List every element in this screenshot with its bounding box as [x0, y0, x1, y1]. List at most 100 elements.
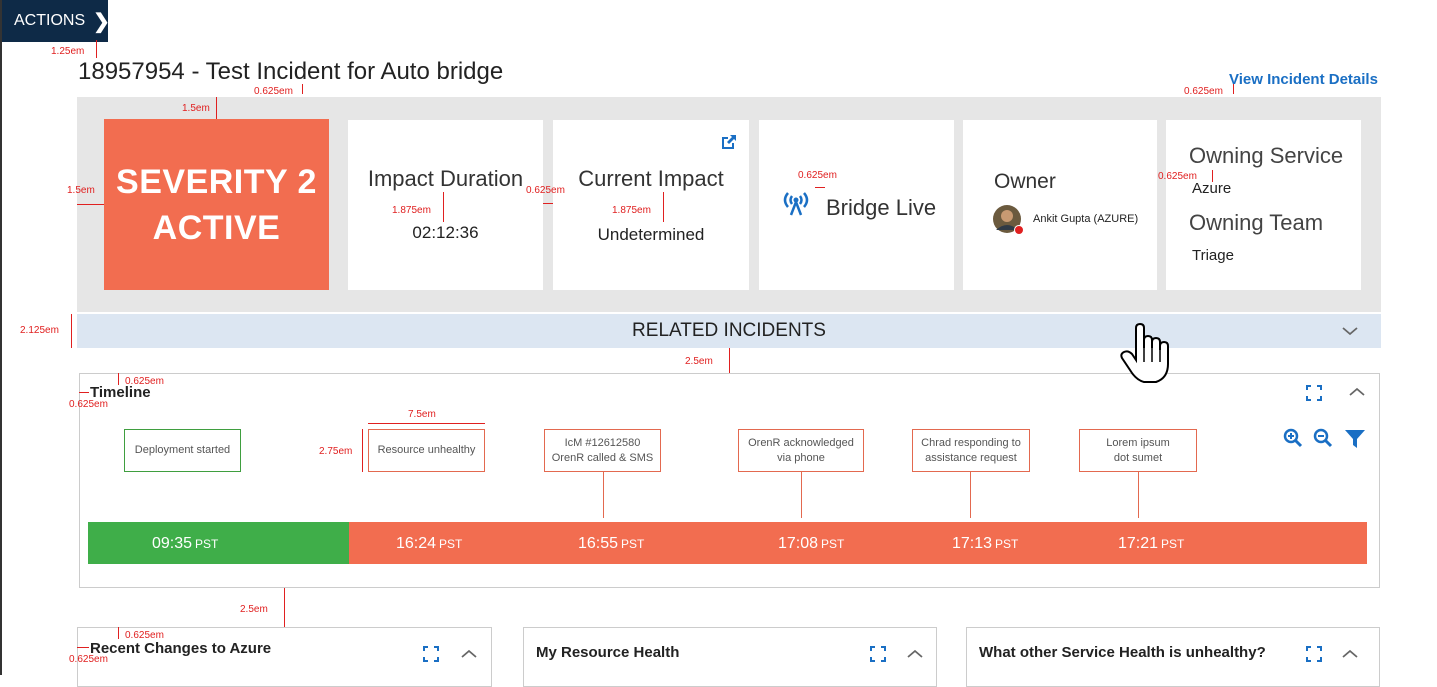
spacing-annotation: 1.5em	[182, 103, 210, 114]
spacing-marker	[71, 314, 72, 348]
spacing-marker	[368, 423, 485, 424]
spacing-marker	[729, 348, 730, 373]
event-connector	[1138, 472, 1139, 518]
spacing-annotation: 0.625em	[69, 399, 108, 410]
related-incidents-bar[interactable]: RELATED INCIDENTS	[77, 314, 1381, 348]
spacing-marker	[1212, 170, 1213, 182]
time-label-2: 16:24 PST	[396, 535, 463, 552]
timeline-event-2[interactable]: Resource unhealthy	[368, 429, 485, 472]
avatar[interactable]	[993, 205, 1024, 235]
timeline-event-6[interactable]: Lorem ipsum dot sumet	[1079, 429, 1197, 472]
time-label-3: 16:55 PST	[578, 535, 645, 552]
chevron-down-icon[interactable]	[1341, 325, 1359, 337]
impact-duration-value: 02:12:36	[412, 223, 479, 242]
owning-team-title: Owning Team	[1189, 210, 1324, 235]
spacing-annotation: 0.625em	[125, 630, 164, 641]
current-impact-card: Current Impact Undetermined	[553, 120, 749, 290]
owner-card: Owner Ankit Gupta (AZURE)	[963, 120, 1157, 290]
spacing-annotation: 7.5em	[408, 409, 436, 420]
spacing-marker	[302, 84, 303, 94]
spacing-annotation: 2.75em	[319, 446, 353, 457]
spacing-marker	[1233, 84, 1234, 94]
chevron-up-icon[interactable]	[1348, 386, 1366, 398]
expand-icon[interactable]	[869, 645, 887, 663]
chevron-up-icon[interactable]	[1341, 648, 1359, 660]
spacing-marker	[77, 204, 104, 205]
spacing-marker	[77, 647, 89, 648]
spacing-annotation: 0.625em	[1158, 171, 1197, 182]
spacing-marker	[815, 187, 825, 188]
spacing-annotation: 2.125em	[20, 325, 59, 336]
spacing-annotation: 2.5em	[685, 356, 713, 367]
spacing-annotation: 1.25em	[51, 46, 85, 57]
status-dot-icon	[1014, 225, 1024, 235]
timeline-event-1[interactable]: Deployment started	[124, 429, 241, 472]
page-title: 18957954 - Test Incident for Auto bridge	[78, 58, 504, 85]
spacing-marker	[118, 627, 119, 639]
actions-button[interactable]: ACTIONS ❯	[2, 0, 110, 42]
owner-name[interactable]: Ankit Gupta (AZURE)	[1033, 213, 1138, 225]
spacing-annotation: 0.625em	[798, 170, 837, 181]
actions-label: ACTIONS	[14, 12, 86, 29]
chevron-up-icon[interactable]	[460, 648, 478, 660]
owner-title: Owner	[994, 170, 1056, 193]
expand-icon[interactable]	[422, 645, 440, 663]
expand-icon[interactable]	[1305, 645, 1323, 663]
recent-changes-title: Recent Changes to Azure	[90, 640, 272, 657]
spacing-marker	[96, 40, 97, 58]
spacing-marker	[79, 392, 89, 393]
owning-service-title: Owning Service	[1189, 143, 1344, 168]
event-label: Chrad responding to assistance request	[921, 436, 1021, 464]
impact-duration-card: Impact Duration 02:12:36	[348, 120, 543, 290]
spacing-annotation: 0.625em	[69, 654, 108, 665]
spacing-annotation: 1.875em	[392, 205, 431, 216]
service-health-title: What other Service Health is unhealthy?	[979, 644, 1266, 661]
external-link-icon[interactable]	[719, 132, 739, 152]
owning-service-value: Azure	[1192, 180, 1232, 197]
event-label: OrenR acknowledged via phone	[748, 436, 854, 464]
spacing-marker	[216, 97, 217, 119]
chevron-right-icon: ❯	[93, 10, 110, 33]
zoom-in-icon[interactable]	[1283, 428, 1303, 448]
service-health-panel: What other Service Health is unhealthy?	[966, 627, 1380, 687]
hand-cursor-icon	[1120, 322, 1169, 383]
spacing-annotation: 1.5em	[67, 185, 95, 196]
filter-icon[interactable]	[1344, 428, 1366, 450]
event-label: IcM #12612580 OrenR called & SMS	[551, 436, 654, 464]
spacing-marker	[284, 588, 285, 627]
zoom-out-icon[interactable]	[1313, 428, 1333, 448]
impact-duration-title: Impact Duration	[367, 166, 524, 191]
expand-icon[interactable]	[1305, 384, 1323, 402]
timeline-event-5[interactable]: Chrad responding to assistance request	[912, 429, 1030, 472]
event-connector	[603, 472, 604, 518]
spacing-annotation: 0.625em	[125, 376, 164, 387]
chevron-up-icon[interactable]	[906, 648, 924, 660]
timeline-healthy-segment	[88, 522, 349, 564]
spacing-annotation: 0.625em	[254, 86, 293, 97]
left-border	[0, 0, 2, 675]
spacing-annotation: 1.875em	[612, 205, 651, 216]
view-incident-details-link[interactable]: View Incident Details	[1229, 71, 1378, 88]
event-connector	[801, 472, 802, 518]
resource-health-panel: My Resource Health	[523, 627, 937, 687]
owning-service-card: Owning Service Azure Owning Team Triage	[1166, 120, 1361, 290]
event-label: Resource unhealthy	[377, 444, 476, 456]
broadcast-icon	[783, 192, 809, 216]
current-impact-title: Current Impact	[578, 166, 724, 191]
bridge-status: Bridge Live	[826, 195, 937, 220]
time-label-5: 17:13 PST	[952, 535, 1019, 552]
bridge-card[interactable]: Bridge Live	[759, 120, 954, 290]
spacing-marker	[443, 192, 444, 222]
timeline-event-3[interactable]: IcM #12612580 OrenR called & SMS	[544, 429, 661, 472]
spacing-annotation: 0.625em	[1184, 86, 1223, 97]
spacing-marker	[663, 192, 664, 222]
severity-status: ACTIVE	[152, 208, 281, 247]
timeline-event-4[interactable]: OrenR acknowledged via phone	[738, 429, 864, 472]
spacing-marker	[362, 429, 363, 472]
spacing-annotation: 2.5em	[240, 604, 268, 615]
current-impact-value: Undetermined	[597, 225, 705, 244]
related-incidents-label: RELATED INCIDENTS	[632, 320, 826, 341]
time-label-4: 17:08 PST	[778, 535, 845, 552]
spacing-marker	[118, 373, 119, 385]
time-label-1: 09:35 PST	[152, 535, 219, 552]
